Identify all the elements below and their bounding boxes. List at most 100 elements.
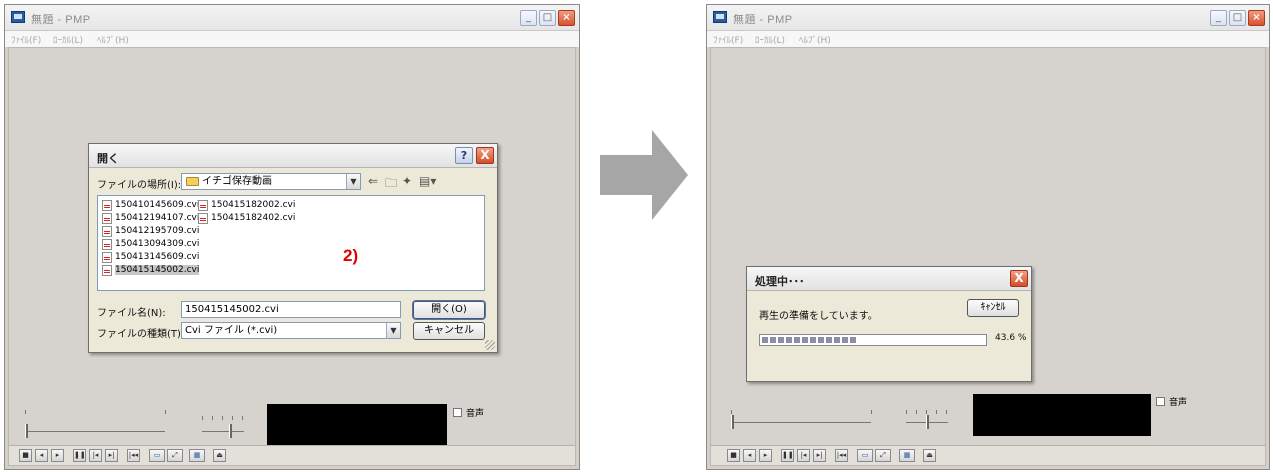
prev-frame-button[interactable]: |◂ [89,449,102,462]
seek-slider-track[interactable] [731,422,871,423]
dialog-title: 開く [97,152,119,165]
maximize-button[interactable]: □ [1229,10,1246,26]
menu-file[interactable]: ﾌｧｲﾙ(F) [713,33,743,46]
play-button[interactable]: ▸ [51,449,64,462]
chevron-down-icon[interactable]: ▼ [346,174,360,189]
chevron-down-icon[interactable]: ▼ [386,323,400,338]
step-back-button[interactable]: ◂ [35,449,48,462]
seek-slider-thumb[interactable] [25,424,28,438]
document-icon [102,200,112,211]
fullscreen-icon[interactable]: ⤢ [875,449,891,462]
window-titlebar[interactable]: 無題 - PMP _ □ × [5,5,579,31]
window-mode-icon[interactable]: ▭ [149,449,165,462]
file-item[interactable]: 150412194107.cvi [102,212,199,225]
menu-local[interactable]: ﾛｰｶﾙ(L) [53,33,83,46]
pause-button[interactable]: ❚❚ [73,449,86,462]
filetype-label: ファイルの種類(T): [97,329,185,340]
file-item-selected[interactable]: 150415145002.cvi [102,264,200,277]
dialog-close-button[interactable]: X [476,147,494,164]
file-item[interactable]: 150412195709.cvi [102,225,199,238]
cancel-button[interactable]: キャンセル [413,322,485,340]
volume-slider-thumb[interactable] [926,415,929,429]
control-bar: ■ ◂ ▸ ❚❚ |◂ ▸| |◂◂ ▭ ⤢ ▦ ⏏ [711,445,1265,465]
fullscreen-icon[interactable]: ⤢ [167,449,183,462]
sound-label: 音声 [1169,398,1188,408]
minimize-button[interactable]: _ [1210,10,1227,26]
up-folder-icon[interactable]: 🗀 [385,174,397,195]
rewind-start-button[interactable]: |◂◂ [127,449,140,462]
new-folder-icon[interactable]: ✦ [402,174,412,188]
volume-slider-tick [222,416,223,420]
open-file-dialog: 開く ? X ファイルの場所(I): イチゴ保存動画 ▼ ⇐ 🗀 ✦ ▤▾ 15… [88,143,498,353]
next-frame-button[interactable]: ▸| [105,449,118,462]
grid-icon[interactable]: ▦ [899,449,915,462]
prev-frame-button[interactable]: |◂ [797,449,810,462]
look-in-value: イチゴ保存動画 [202,176,272,187]
menu-file[interactable]: ﾌｧｲﾙ(F) [11,33,41,46]
play-button[interactable]: ▸ [759,449,772,462]
dialog-close-button[interactable]: X [1010,270,1028,287]
pause-button[interactable]: ❚❚ [781,449,794,462]
file-item[interactable]: 150415182002.cvi [198,199,295,212]
window-mode-icon[interactable]: ▭ [857,449,873,462]
menu-bar: ﾌｧｲﾙ(F) ﾛｰｶﾙ(L) ﾍﾙﾌﾟ(H) [707,31,1269,47]
seek-slider-track[interactable] [25,431,165,432]
menu-help[interactable]: ﾍﾙﾌﾟ(H) [799,33,831,46]
volume-slider-track[interactable] [202,431,244,432]
app-icon [11,11,25,23]
transition-arrow-shape [600,130,688,220]
eject-icon[interactable]: ⏏ [213,449,226,462]
document-icon [102,213,112,224]
filename-input[interactable]: 150415145002.cvi [181,301,401,318]
menu-local[interactable]: ﾛｰｶﾙ(L) [755,33,785,46]
file-item[interactable]: 150413094309.cvi [102,238,199,251]
rewind-start-button[interactable]: |◂◂ [835,449,848,462]
document-icon [102,265,112,276]
view-menu-icon[interactable]: ▤▾ [419,174,436,188]
resize-grip[interactable] [485,340,495,350]
file-list[interactable]: 150410145609.cvi 150412194107.cvi 150412… [97,195,485,291]
volume-slider-tick [946,410,947,414]
volume-slider-tick [232,416,233,420]
next-frame-button[interactable]: ▸| [813,449,826,462]
status-message: 再生の準備をしています。 [759,311,878,322]
open-button[interactable]: 開く(O) [413,301,485,319]
volume-slider-tick [906,410,907,414]
dialog-titlebar[interactable]: 処理中･･･ X [747,267,1031,291]
window-title: 無題 - PMP [31,14,91,26]
grid-icon[interactable]: ▦ [189,449,205,462]
back-icon[interactable]: ⇐ [368,174,378,188]
maximize-button[interactable]: □ [539,10,556,26]
file-item[interactable]: 150413145609.cvi [102,251,199,264]
step-annotation: 2) [343,246,359,265]
close-button[interactable]: × [1248,10,1265,26]
sound-checkbox[interactable] [1156,397,1165,406]
video-preview [973,394,1151,436]
volume-slider-thumb[interactable] [229,424,232,438]
dialog-title: 処理中･･･ [755,275,805,288]
volume-slider-tick [242,416,243,420]
video-preview [267,404,447,448]
stop-button[interactable]: ■ [727,449,740,462]
filetype-select[interactable]: Cvi ファイル (*.cvi) ▼ [181,322,401,339]
eject-icon[interactable]: ⏏ [923,449,936,462]
menu-bar: ﾌｧｲﾙ(F) ﾛｰｶﾙ(L) ﾍﾙﾌﾟ(H) [5,31,579,47]
minimize-button[interactable]: _ [520,10,537,26]
sound-checkbox[interactable] [453,408,462,417]
seek-slider-thumb[interactable] [731,415,734,429]
close-button[interactable]: × [558,10,575,26]
step-back-button[interactable]: ◂ [743,449,756,462]
file-item[interactable]: 150410145609.cvi [102,199,199,212]
menu-help[interactable]: ﾍﾙﾌﾟ(H) [97,33,129,46]
progress-bar-fill [762,337,857,343]
window-titlebar[interactable]: 無題 - PMP _ □ × [707,5,1269,31]
progress-bar [759,334,987,346]
control-bar: ■ ◂ ▸ ❚❚ |◂ ▸| |◂◂ ▭ ⤢ ▦ ⏏ [9,445,575,465]
look-in-combo[interactable]: イチゴ保存動画 ▼ [181,173,361,190]
dialog-titlebar[interactable]: 開く ? X [89,144,497,168]
file-item[interactable]: 150415182402.cvi [198,212,295,225]
cancel-button[interactable]: ｷｬﾝｾﾙ [967,299,1019,317]
volume-slider-tick [202,416,203,420]
stop-button[interactable]: ■ [19,449,32,462]
help-button[interactable]: ? [455,147,473,164]
